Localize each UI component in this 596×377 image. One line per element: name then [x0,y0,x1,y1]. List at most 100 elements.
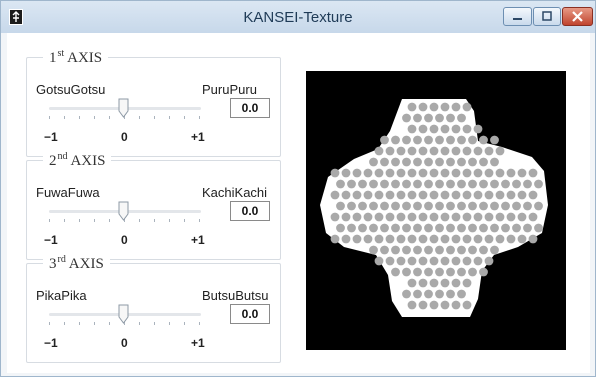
texture-dot [413,223,422,233]
texture-dot [396,212,406,222]
scale-mid-label: 0 [121,336,128,350]
texture-dot [440,102,450,112]
scale-max-label: +1 [191,130,205,144]
texture-dot [462,234,472,244]
axis-2-slider[interactable] [49,201,201,225]
texture-dot [418,234,428,244]
axis-3-value-field[interactable]: 0.0 [230,304,270,324]
minimize-button[interactable] [503,7,532,26]
texture-dot [336,179,345,189]
texture-dot [413,113,422,123]
texture-dot [369,201,378,211]
texture-dot [451,124,461,134]
slider-tick [169,116,170,119]
texture-dot [418,146,428,156]
texture-dot [330,190,340,200]
axis-3-slider[interactable] [49,304,201,328]
texture-dot [402,157,411,167]
maximize-button[interactable] [533,7,561,26]
texture-dot [479,135,488,145]
texture-dot [435,179,444,189]
slider-tick [49,116,50,119]
texture-dot [352,190,362,200]
texture-dot [446,179,455,189]
texture-dot [462,300,472,310]
slider-thumb[interactable] [118,98,129,123]
texture-dot [440,300,450,310]
texture-dot [402,201,411,211]
axis-title: 1st AXIS [43,48,109,67]
texture-dot [451,146,461,156]
slider-tick [184,116,185,119]
texture-dot [336,201,345,211]
texture-dot [495,190,505,200]
texture-dot [413,135,422,145]
slider-tick [139,219,140,222]
slider-tick [184,219,185,222]
texture-dot [330,168,340,178]
close-button[interactable] [562,7,593,26]
slider-thumb[interactable] [118,304,129,329]
texture-dot [457,201,466,211]
axis-3-group: 3rd AXIS PikaPika ButsuButsu 0.0 −1 0 +1 [26,254,281,363]
texture-dot [391,157,400,167]
texture-dot [440,212,450,222]
texture-dot [473,234,483,244]
slider-tick [64,116,65,119]
texture-dot [429,256,439,266]
texture-dot [440,278,450,288]
texture-dot [407,124,417,134]
texture-dot [407,234,417,244]
texture-dot [457,267,466,277]
texture-dot [473,256,483,266]
texture-dot [396,190,406,200]
texture-dot [374,212,384,222]
texture-dot [479,223,488,233]
slider-thumb[interactable] [118,201,129,226]
texture-dot [473,124,483,134]
texture-dot [374,234,384,244]
slider-tick [94,219,95,222]
texture-dot [396,168,406,178]
texture-dot [457,113,466,123]
texture-dot [429,102,439,112]
texture-dot [374,168,384,178]
texture-dot [374,256,384,266]
axis-title: 3rd AXIS [43,254,110,273]
axis-2-value-field[interactable]: 0.0 [230,201,270,221]
texture-dot [495,146,505,156]
texture-dot [407,212,417,222]
texture-dot [380,135,389,145]
texture-dot [418,124,428,134]
texture-dot [473,190,483,200]
texture-dot [451,102,461,112]
axis-title: 2nd AXIS [43,151,112,170]
axis-left-label: PikaPika [36,288,87,303]
texture-dot [358,179,367,189]
texture-dot [446,245,455,255]
texture-dot [473,168,483,178]
texture-dot [435,157,444,167]
texture-dot [407,300,417,310]
scale-max-label: +1 [191,336,205,350]
texture-dot [512,223,521,233]
axis-1-slider[interactable] [49,98,201,122]
texture-dot [468,267,477,277]
texture-dot [440,168,450,178]
texture-dot [424,223,433,233]
texture-dot [341,234,351,244]
texture-dot [484,212,494,222]
texture-dot [407,146,417,156]
texture-dot [358,223,367,233]
texture-dot [490,135,499,145]
axis-1-value-field[interactable]: 0.0 [230,98,270,118]
texture-dot [473,146,483,156]
texture-dot [429,234,439,244]
texture-dot [440,256,450,266]
texture-dot [479,201,488,211]
title-bar[interactable]: KANSEI-Texture [1,1,595,33]
texture-dot [352,234,362,244]
texture-dot [534,179,543,189]
texture-dot [402,179,411,189]
texture-dot [534,223,543,233]
